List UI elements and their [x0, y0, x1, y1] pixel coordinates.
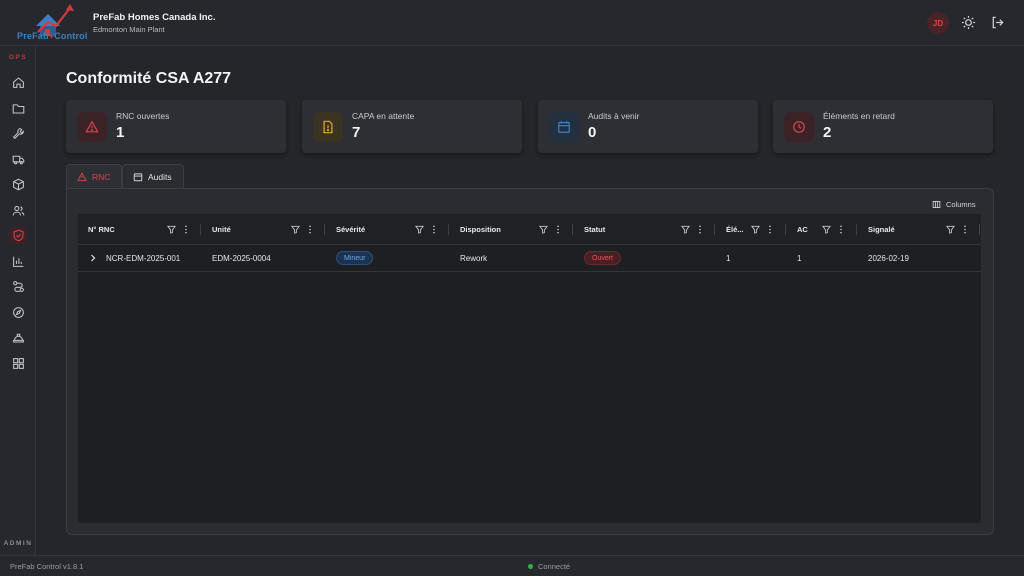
logout-icon[interactable] — [990, 15, 1005, 30]
clock-icon — [784, 112, 814, 142]
status-dot-icon — [528, 564, 533, 569]
stat-value: 2 — [823, 124, 832, 141]
calendar-icon — [133, 172, 143, 181]
column-separator[interactable] — [324, 224, 325, 235]
grid-icon[interactable] — [9, 354, 27, 372]
grid-header: N° RNC Unité Sévérité Disposition Statut… — [78, 214, 981, 245]
column-menu-icon[interactable] — [184, 225, 188, 234]
wrench-icon[interactable] — [9, 124, 27, 142]
connection-status-label: Connecté — [538, 562, 571, 571]
logo-wordmark: PreFab+Control — [17, 31, 88, 41]
columns-icon — [932, 200, 941, 209]
stat-value: 0 — [588, 124, 597, 141]
filter-icon[interactable] — [946, 225, 955, 234]
theme-toggle-icon[interactable] — [961, 15, 976, 30]
column-header-severity[interactable]: Sévérité — [336, 225, 365, 234]
column-header-unit[interactable]: Unité — [212, 225, 231, 234]
column-menu-icon[interactable] — [432, 225, 436, 234]
cell-disposition: Rework — [460, 254, 488, 263]
stat-value: 7 — [352, 124, 361, 141]
column-header-ac[interactable]: AC — [797, 225, 808, 234]
chevron-right-icon[interactable] — [89, 254, 97, 262]
ncr-data-grid: N° RNC Unité Sévérité Disposition Statut… — [78, 214, 981, 523]
column-header-label: N° RNC — [88, 225, 115, 234]
filter-icon[interactable] — [291, 225, 300, 234]
organization-name: PreFab Homes Canada Inc. — [93, 12, 216, 23]
tab-rnc[interactable]: RNC — [66, 164, 122, 188]
column-separator[interactable] — [979, 224, 980, 235]
column-menu-icon[interactable] — [768, 225, 772, 234]
sidebar-section-ops: OPS — [8, 54, 28, 61]
home-icon[interactable] — [9, 73, 27, 91]
filter-icon[interactable] — [822, 225, 831, 234]
file-alert-icon — [313, 112, 343, 142]
compass-icon[interactable] — [9, 303, 27, 321]
stat-label: Éléments en retard — [823, 111, 895, 121]
tab-audits[interactable]: Audits — [122, 164, 184, 188]
tab-label: RNC — [92, 171, 111, 182]
cell-ncr-number[interactable]: NCR-EDM-2025-001 — [106, 254, 180, 263]
filter-icon[interactable] — [751, 225, 760, 234]
plant-name: Edmonton Main Plant — [93, 25, 165, 34]
users-icon[interactable] — [9, 201, 27, 219]
stat-label: RNC ouvertes — [116, 111, 170, 121]
column-separator[interactable] — [785, 224, 786, 235]
warning-icon — [77, 112, 107, 142]
filter-icon[interactable] — [539, 225, 548, 234]
user-avatar[interactable]: JD — [927, 12, 949, 34]
column-separator[interactable] — [200, 224, 201, 235]
column-menu-icon[interactable] — [556, 225, 560, 234]
status-bar: PreFab Control v1.8.1 Connecté — [0, 555, 1024, 576]
stat-card-upcoming-audits[interactable]: Audits à venir 0 — [538, 100, 758, 153]
shield-icon[interactable] — [9, 226, 27, 244]
columns-button-label: Columns — [946, 200, 976, 209]
hard-hat-icon[interactable] — [9, 328, 27, 346]
status-badge: Ouvert — [584, 251, 622, 265]
filter-icon[interactable] — [415, 225, 424, 234]
stat-label: Audits à venir — [588, 111, 640, 121]
column-separator[interactable] — [856, 224, 857, 235]
warning-icon — [77, 171, 87, 181]
stat-card-pending-capa[interactable]: CAPA en attente 7 — [302, 100, 522, 153]
stat-value: 1 — [116, 124, 125, 141]
column-separator[interactable] — [714, 224, 715, 235]
column-menu-icon[interactable] — [308, 225, 312, 234]
severity-badge: Mineur — [336, 251, 374, 265]
page-title: Conformité CSA A277 — [66, 70, 232, 87]
filter-icon[interactable] — [167, 225, 176, 234]
bar-chart-icon[interactable] — [9, 252, 27, 270]
column-separator[interactable] — [448, 224, 449, 235]
truck-icon[interactable] — [9, 150, 27, 168]
table-row[interactable]: NCR-EDM-2025-001 EDM-2025-0004 Mineur Re… — [78, 245, 981, 272]
column-menu-icon[interactable] — [698, 225, 702, 234]
column-menu-icon[interactable] — [839, 225, 843, 234]
columns-button[interactable]: Columns — [932, 200, 976, 209]
column-header-elements[interactable]: Élé... — [726, 225, 744, 234]
stat-card-open-ncr[interactable]: RNC ouvertes 1 — [66, 100, 286, 153]
column-menu-icon[interactable] — [963, 225, 967, 234]
calendar-icon — [549, 112, 579, 142]
cell-ac: 1 — [797, 254, 802, 263]
folder-icon[interactable] — [9, 99, 27, 117]
route-icon[interactable] — [9, 277, 27, 295]
stat-label: CAPA en attente — [352, 111, 415, 121]
app-version: PreFab Control v1.8.1 — [10, 562, 84, 571]
column-separator[interactable] — [572, 224, 573, 235]
cell-unit: EDM-2025-0004 — [212, 254, 271, 263]
tab-label: Audits — [148, 171, 172, 182]
cell-elements: 1 — [726, 254, 731, 263]
box-icon[interactable] — [9, 175, 27, 193]
filter-icon[interactable] — [681, 225, 690, 234]
column-header-status[interactable]: Statut — [584, 225, 605, 234]
sidebar: OPS ADMIN — [0, 46, 36, 555]
column-header-disposition[interactable]: Disposition — [460, 225, 501, 234]
connection-status: Connecté — [528, 562, 570, 571]
stat-card-overdue-items[interactable]: Éléments en retard 2 — [773, 100, 993, 153]
top-header: PreFab+Control PreFab Homes Canada Inc. … — [0, 0, 1024, 46]
cell-reported-date: 2026-02-19 — [868, 254, 909, 263]
column-header-reported[interactable]: Signalé — [868, 225, 895, 234]
sidebar-section-admin: ADMIN — [3, 540, 33, 547]
